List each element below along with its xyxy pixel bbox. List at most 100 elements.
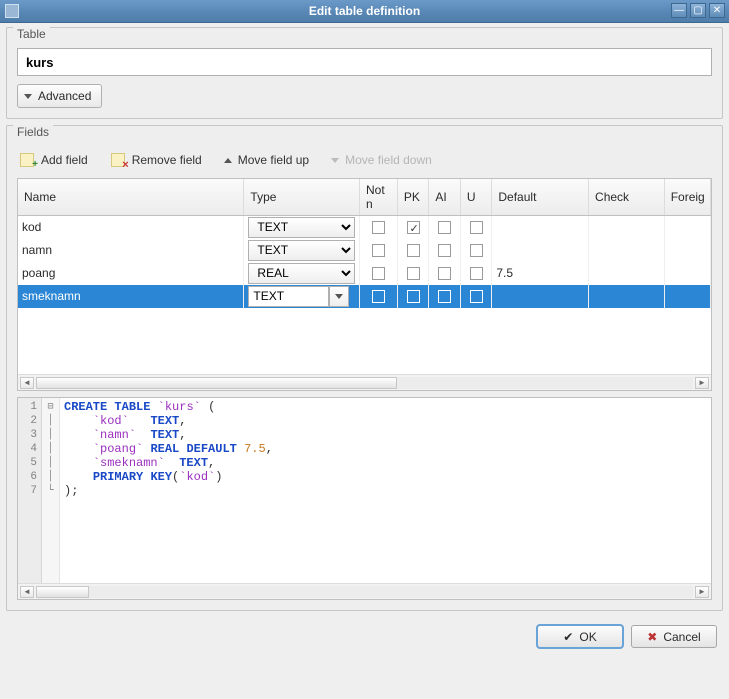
cell-notnull[interactable] — [360, 239, 398, 262]
cell-check[interactable] — [589, 262, 665, 285]
scroll-track[interactable] — [36, 586, 693, 598]
cell-name[interactable]: namn — [18, 239, 244, 262]
col-ai[interactable]: AI — [429, 179, 461, 216]
table-row[interactable]: poangREAL 7.5 — [18, 262, 711, 285]
scroll-track[interactable] — [36, 377, 693, 389]
ai-checkbox[interactable] — [438, 267, 451, 280]
col-type[interactable]: Type — [244, 179, 360, 216]
type-select[interactable]: TEXT — [248, 217, 355, 238]
close-button[interactable]: ✕ — [709, 3, 725, 18]
cell-check[interactable] — [589, 285, 665, 308]
cell-name[interactable]: poang — [18, 262, 244, 285]
ai-checkbox[interactable] — [438, 290, 451, 303]
table-row[interactable]: namnTEXT — [18, 239, 711, 262]
col-foreign[interactable]: Foreig — [664, 179, 710, 216]
col-name[interactable]: Name — [18, 179, 244, 216]
cell-ai[interactable] — [429, 285, 461, 308]
cell-name[interactable]: smeknamn — [18, 285, 244, 308]
cell-pk[interactable] — [397, 285, 429, 308]
cell-u[interactable] — [460, 216, 492, 239]
cell-type[interactable]: TEXT — [244, 216, 360, 239]
u-checkbox[interactable] — [470, 267, 483, 280]
cell-ai[interactable] — [429, 216, 461, 239]
scroll-left-icon[interactable]: ◄ — [20, 586, 34, 598]
pk-checkbox[interactable] — [407, 290, 420, 303]
scroll-right-icon[interactable]: ► — [695, 377, 709, 389]
notnull-checkbox[interactable] — [372, 221, 385, 234]
cell-u[interactable] — [460, 262, 492, 285]
cell-notnull[interactable] — [360, 262, 398, 285]
notnull-checkbox[interactable] — [372, 267, 385, 280]
cell-type[interactable]: TEXT — [244, 239, 360, 262]
cell-default[interactable] — [492, 239, 589, 262]
cell-type[interactable] — [244, 285, 360, 308]
cell-foreign[interactable] — [664, 285, 710, 308]
u-checkbox[interactable] — [470, 221, 483, 234]
remove-field-button[interactable]: Remove field — [110, 150, 202, 170]
scroll-left-icon[interactable]: ◄ — [20, 377, 34, 389]
cell-type[interactable]: REAL — [244, 262, 360, 285]
table-row[interactable]: kodTEXT — [18, 216, 711, 239]
cell-ai[interactable] — [429, 239, 461, 262]
ok-button[interactable]: ✔ OK — [537, 625, 623, 648]
cell-pk[interactable] — [397, 239, 429, 262]
maximize-button[interactable]: ▢ — [690, 3, 706, 18]
table-name-input[interactable] — [17, 48, 712, 76]
cell-u[interactable] — [460, 285, 492, 308]
type-dropdown-arrow[interactable] — [329, 286, 348, 307]
fields-grid[interactable]: Name Type Not n PK AI U Default Check Fo… — [17, 178, 712, 391]
scroll-thumb[interactable] — [36, 377, 397, 389]
pk-checkbox[interactable] — [407, 221, 420, 234]
col-notnull[interactable]: Not n — [360, 179, 398, 216]
table-group: Table Advanced — [6, 27, 723, 119]
advanced-button[interactable]: Advanced — [17, 84, 102, 108]
minimize-button[interactable]: — — [671, 3, 687, 18]
pk-checkbox[interactable] — [407, 244, 420, 257]
cell-check[interactable] — [589, 239, 665, 262]
sql-code[interactable]: CREATE TABLE `kurs` ( `kod` TEXT, `namn`… — [60, 398, 711, 583]
add-field-button[interactable]: Add field — [19, 150, 88, 170]
cell-check[interactable] — [589, 216, 665, 239]
col-u[interactable]: U — [460, 179, 492, 216]
cell-foreign[interactable] — [664, 216, 710, 239]
cell-default[interactable]: 7.5 — [492, 262, 589, 285]
cell-default[interactable] — [492, 216, 589, 239]
ai-checkbox[interactable] — [438, 221, 451, 234]
pk-checkbox[interactable] — [407, 267, 420, 280]
cell-foreign[interactable] — [664, 239, 710, 262]
fields-group: Fields Add field Remove field Move field… — [6, 125, 723, 611]
col-default[interactable]: Default — [492, 179, 589, 216]
move-up-button[interactable]: Move field up — [224, 150, 309, 170]
type-select[interactable]: REAL — [248, 263, 355, 284]
col-pk[interactable]: PK — [397, 179, 429, 216]
scroll-thumb[interactable] — [36, 586, 89, 598]
notnull-checkbox[interactable] — [372, 244, 385, 257]
add-icon — [20, 153, 34, 167]
col-check[interactable]: Check — [589, 179, 665, 216]
type-select[interactable]: TEXT — [248, 240, 355, 261]
cell-pk[interactable] — [397, 262, 429, 285]
grid-hscrollbar[interactable]: ◄ ► — [18, 374, 711, 390]
cell-notnull[interactable] — [360, 216, 398, 239]
cell-notnull[interactable] — [360, 285, 398, 308]
cancel-icon: ✖ — [647, 630, 657, 644]
u-checkbox[interactable] — [470, 244, 483, 257]
ai-checkbox[interactable] — [438, 244, 451, 257]
cell-default[interactable] — [492, 285, 589, 308]
cell-ai[interactable] — [429, 262, 461, 285]
cell-u[interactable] — [460, 239, 492, 262]
sql-fold-gutter[interactable]: ⊟│││││└ — [42, 398, 60, 583]
cancel-button[interactable]: ✖ Cancel — [631, 625, 717, 648]
u-checkbox[interactable] — [470, 290, 483, 303]
triangle-up-icon — [224, 158, 232, 163]
sql-hscrollbar[interactable]: ◄ ► — [18, 583, 711, 599]
notnull-checkbox[interactable] — [372, 290, 385, 303]
sql-preview: 1234567 ⊟│││││└ CREATE TABLE `kurs` ( `k… — [17, 397, 712, 600]
table-row[interactable]: smeknamn — [18, 285, 711, 308]
scroll-right-icon[interactable]: ► — [695, 586, 709, 598]
cell-foreign[interactable] — [664, 262, 710, 285]
type-input[interactable] — [248, 286, 329, 307]
cell-name[interactable]: kod — [18, 216, 244, 239]
move-down-button[interactable]: Move field down — [331, 150, 432, 170]
cell-pk[interactable] — [397, 216, 429, 239]
